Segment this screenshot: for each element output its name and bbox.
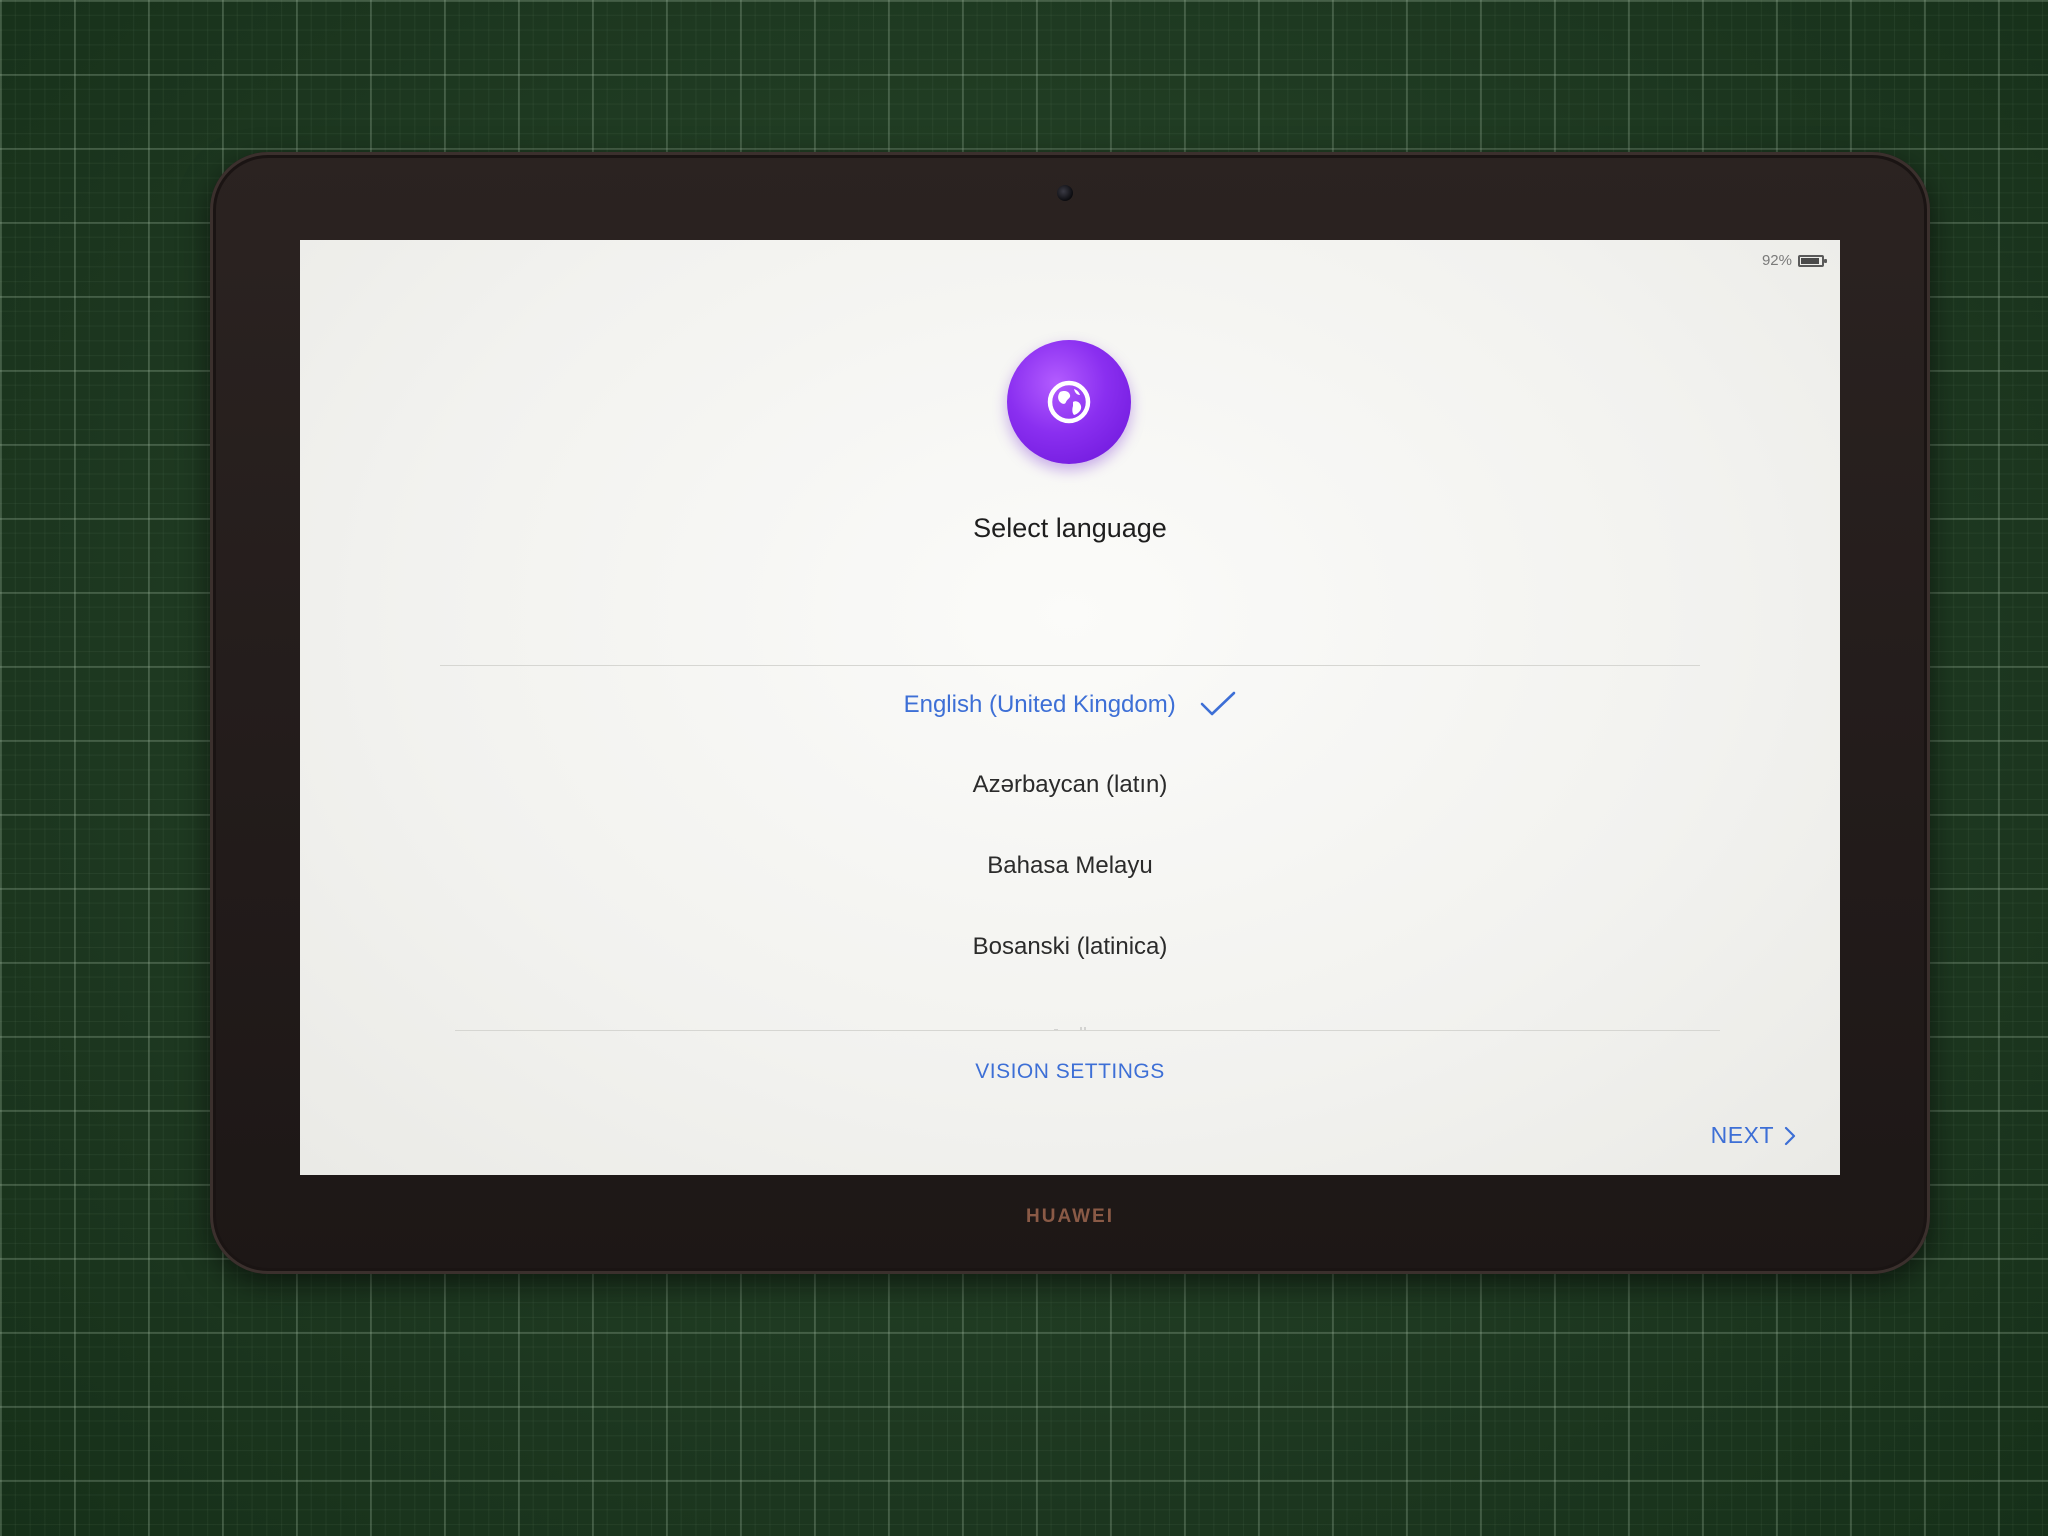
language-label: Azərbaycan (latın) [972, 771, 1168, 798]
battery-percent: 92% [1761, 252, 1792, 269]
front-camera [1057, 185, 1073, 201]
list-bottom-divider [455, 1030, 1720, 1031]
check-icon [1201, 691, 1236, 715]
language-item-next-partial[interactable] [300, 1008, 1840, 1030]
status-bar: 92% [1761, 252, 1827, 269]
language-label: English (United Kingdom) [903, 691, 1176, 718]
language-badge [1007, 340, 1131, 464]
language-label: Bosanski (latinica) [972, 933, 1168, 960]
battery-icon [1798, 254, 1827, 267]
brand-logo: HUAWEI [1026, 1206, 1114, 1227]
language-item-malay[interactable]: Bahasa Melayu [300, 846, 1840, 886]
language-label: Bahasa Melayu [987, 852, 1153, 879]
page-title: Select language [973, 513, 1167, 543]
setup-screen: 92% Select language English (United King… [300, 240, 1840, 1175]
language-item-english-uk[interactable]: English (United Kingdom) [300, 685, 1840, 725]
next-label: NEXT [1710, 1122, 1774, 1148]
next-button[interactable]: NEXT [1711, 1122, 1796, 1149]
language-item-bosnian[interactable]: Bosanski (latinica) [300, 927, 1840, 967]
vision-settings-link[interactable]: VISION SETTINGS [300, 1060, 1840, 1084]
globe-icon [1047, 380, 1091, 424]
language-item-azerbaijani[interactable]: Azərbaycan (latın) [300, 765, 1840, 805]
battery-fill [1801, 257, 1820, 264]
language-list[interactable]: English (United Kingdom) Azərbaycan (lat… [300, 666, 1840, 1030]
chevron-right-icon [1784, 1126, 1796, 1145]
